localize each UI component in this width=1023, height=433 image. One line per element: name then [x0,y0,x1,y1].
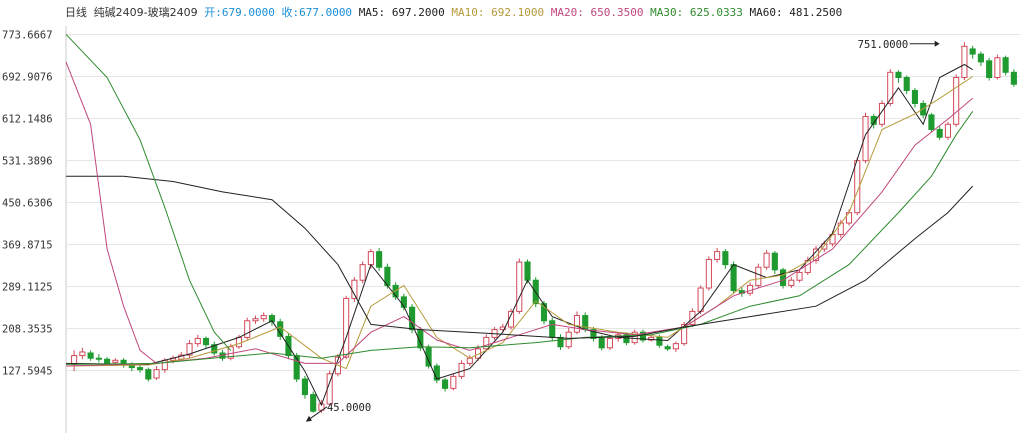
candle-down [928,114,935,130]
candle-up [705,258,712,289]
candle-down [903,76,910,91]
candle-up [112,359,119,363]
candle-up [788,279,795,286]
candle-up [351,279,358,299]
candle-down [780,269,787,286]
y-tick-label: 127.5945 [2,366,53,378]
candlestick-chart[interactable]: 773.6667 692.9076 612.1486 531.3896 450.6306… [0,0,1023,433]
y-tick-label: 531.3896 [2,156,53,168]
candle-up [343,297,350,358]
candle-up [796,271,803,281]
candle-up [516,261,523,312]
candle-up [961,45,968,78]
candle-up [944,123,951,138]
ma-red-left-line [65,61,157,364]
candle-up [458,362,465,377]
candle-up [194,337,201,345]
candle-down [730,264,737,292]
candle-down [895,71,902,78]
candle-down [969,48,976,55]
candle-up [763,252,770,268]
candle-up [697,287,704,312]
candle-down [524,261,531,281]
candle-up [573,315,581,333]
candle-down [301,378,308,396]
candle-down [656,336,663,346]
y-tick-label: 450.6306 [2,198,53,210]
candle-down [104,358,111,364]
candle-down [95,357,102,360]
candle-down [977,53,984,63]
candle-up [837,222,844,235]
candle-down [376,251,383,268]
candle-up [359,264,366,281]
y-tick-label: 208.3535 [2,324,53,336]
candle-up [450,375,457,389]
y-tick-label: 369.8715 [2,240,53,252]
ma20-line [65,97,974,367]
candle-up [672,343,679,350]
candle-down [145,369,152,380]
candle-down [598,337,605,349]
candle-down [549,320,556,338]
ma-green-left-line [65,33,232,351]
candle-down [1010,71,1017,85]
candle-up [153,369,160,379]
candle-up [244,320,251,338]
candle-down [557,336,564,348]
candle-down [664,346,671,350]
y-tick-label: 692.9076 [2,72,53,84]
candle-up [606,337,614,349]
candle-down [137,367,144,371]
ma5-line [65,63,973,407]
candle-down [722,251,729,266]
candle-down [310,394,317,412]
max-annotation-arrow [934,40,940,47]
candle-down [1002,57,1009,73]
candle-up [260,315,267,320]
max-annotation-label: 751.0000 [858,39,909,51]
candle-up [235,336,243,348]
candle-down [986,60,993,78]
candle-down [771,252,778,271]
candle-up [466,357,473,364]
candle-down [911,89,919,104]
candle-down [442,379,449,389]
candle-up [367,251,374,266]
candle-down [409,306,416,331]
ma30-line [65,111,974,365]
candle-up [953,76,960,125]
candle-down [540,303,548,322]
ma60-line [66,175,974,339]
min-annotation-label: 45.0000 [327,402,371,414]
candle-down [87,352,94,359]
candle-down [936,128,943,138]
y-tick-label: 773.6667 [2,30,53,42]
y-tick-label: 289.1125 [2,282,53,294]
candle-up [252,318,259,322]
ma10-line [65,76,973,370]
candle-down [202,337,210,346]
candle-up [755,266,762,286]
y-tick-label: 612.1486 [2,114,53,126]
min-annotation-arrow [305,415,312,422]
candle-up [747,284,754,294]
candle-up [714,251,721,260]
candle-up [79,351,86,357]
candle-up [994,57,1001,78]
